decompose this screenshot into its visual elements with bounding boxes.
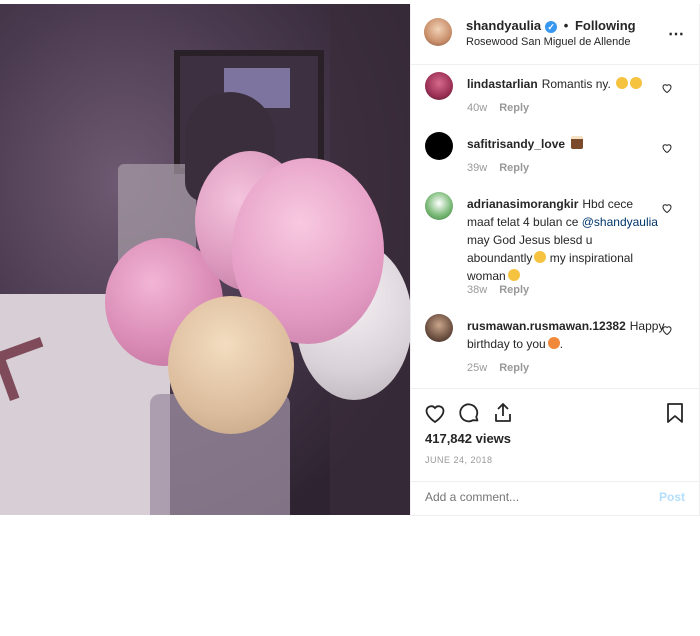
author-avatar[interactable] — [424, 18, 452, 46]
comment-age: 40w — [467, 102, 488, 114]
like-heart-icon[interactable] — [423, 401, 447, 425]
comment-age: 25w — [467, 362, 488, 374]
comment-meta: 39w Reply — [467, 162, 529, 174]
comment-body: Romantis ny. — [541, 77, 611, 91]
save-bookmark-icon[interactable] — [663, 401, 687, 425]
like-comment-heart-icon[interactable] — [661, 324, 673, 336]
kissing-face-emoji-icon — [616, 77, 629, 89]
comment-username[interactable]: safitrisandy_love — [467, 137, 565, 151]
add-comment-input[interactable] — [425, 490, 625, 504]
commenter-avatar[interactable] — [425, 192, 453, 220]
reply-button[interactable]: Reply — [499, 162, 529, 174]
comment-meta: 40w Reply — [467, 102, 529, 114]
verified-badge-icon: ✓ — [545, 21, 558, 33]
reply-button[interactable]: Reply — [499, 102, 529, 114]
winking-tongue-emoji-icon — [630, 77, 643, 89]
comment-username[interactable]: rusmawan.rusmawan.12382 — [467, 319, 626, 333]
view-count[interactable]: 417,842 views — [425, 431, 511, 446]
commenter-avatar[interactable] — [425, 314, 453, 342]
comment-meta: 25w Reply — [467, 362, 529, 374]
heart-eyes-emoji-icon — [547, 337, 560, 349]
comment-text: lindastarlian Romantis ny. — [467, 75, 661, 93]
comment-meta: 38w Reply — [467, 284, 529, 296]
comment-username[interactable]: adrianasimorangkir — [467, 197, 578, 211]
commenter-avatar[interactable] — [425, 72, 453, 100]
like-comment-heart-icon[interactable] — [661, 202, 673, 214]
comment-text: safitrisandy_love — [467, 135, 661, 153]
share-icon[interactable] — [491, 401, 515, 425]
smiling-face-emoji-icon — [534, 251, 547, 263]
following-button[interactable]: Following — [575, 18, 636, 33]
author-line: shandyaulia ✓ • Following — [466, 18, 636, 33]
post-actions: 417,842 views JUNE 24, 2018 Post — [411, 388, 699, 509]
comment-username[interactable]: lindastarlian — [467, 77, 538, 91]
separator-dot: • — [563, 18, 569, 33]
post-sidebar: shandyaulia ✓ • Following Rosewood San Mi… — [410, 4, 700, 516]
like-comment-heart-icon[interactable] — [661, 82, 673, 94]
comment-bubble-icon[interactable] — [457, 401, 481, 425]
comment-age: 38w — [467, 284, 488, 296]
add-comment-bar: Post — [411, 481, 699, 512]
more-options-icon[interactable]: ⋯ — [668, 24, 685, 44]
location-link[interactable]: Rosewood San Miguel de Allende — [466, 36, 631, 48]
balloon-cream — [168, 296, 294, 434]
reply-button[interactable]: Reply — [499, 284, 529, 296]
mention-link[interactable]: @shandyaulia — [582, 215, 658, 229]
post-comment-button[interactable]: Post — [659, 490, 685, 504]
smiling-face-emoji-icon — [507, 269, 520, 281]
comment-age: 39w — [467, 162, 488, 174]
commenter-avatar[interactable] — [425, 132, 453, 160]
comment-text: adrianasimorangkir Hbd cece maaf telat 4 … — [467, 195, 661, 285]
comment-text: rusmawan.rusmawan.12382 Happy birthday to… — [467, 317, 664, 353]
like-comment-heart-icon[interactable] — [661, 142, 673, 154]
post-header: shandyaulia ✓ • Following Rosewood San Mi… — [411, 4, 699, 65]
post-video[interactable] — [0, 4, 410, 515]
comment-body-end: . — [559, 337, 564, 351]
post-date: JUNE 24, 2018 — [425, 455, 493, 465]
cake-emoji-icon — [571, 136, 584, 149]
author-username[interactable]: shandyaulia — [466, 18, 541, 33]
reply-button[interactable]: Reply — [499, 362, 529, 374]
